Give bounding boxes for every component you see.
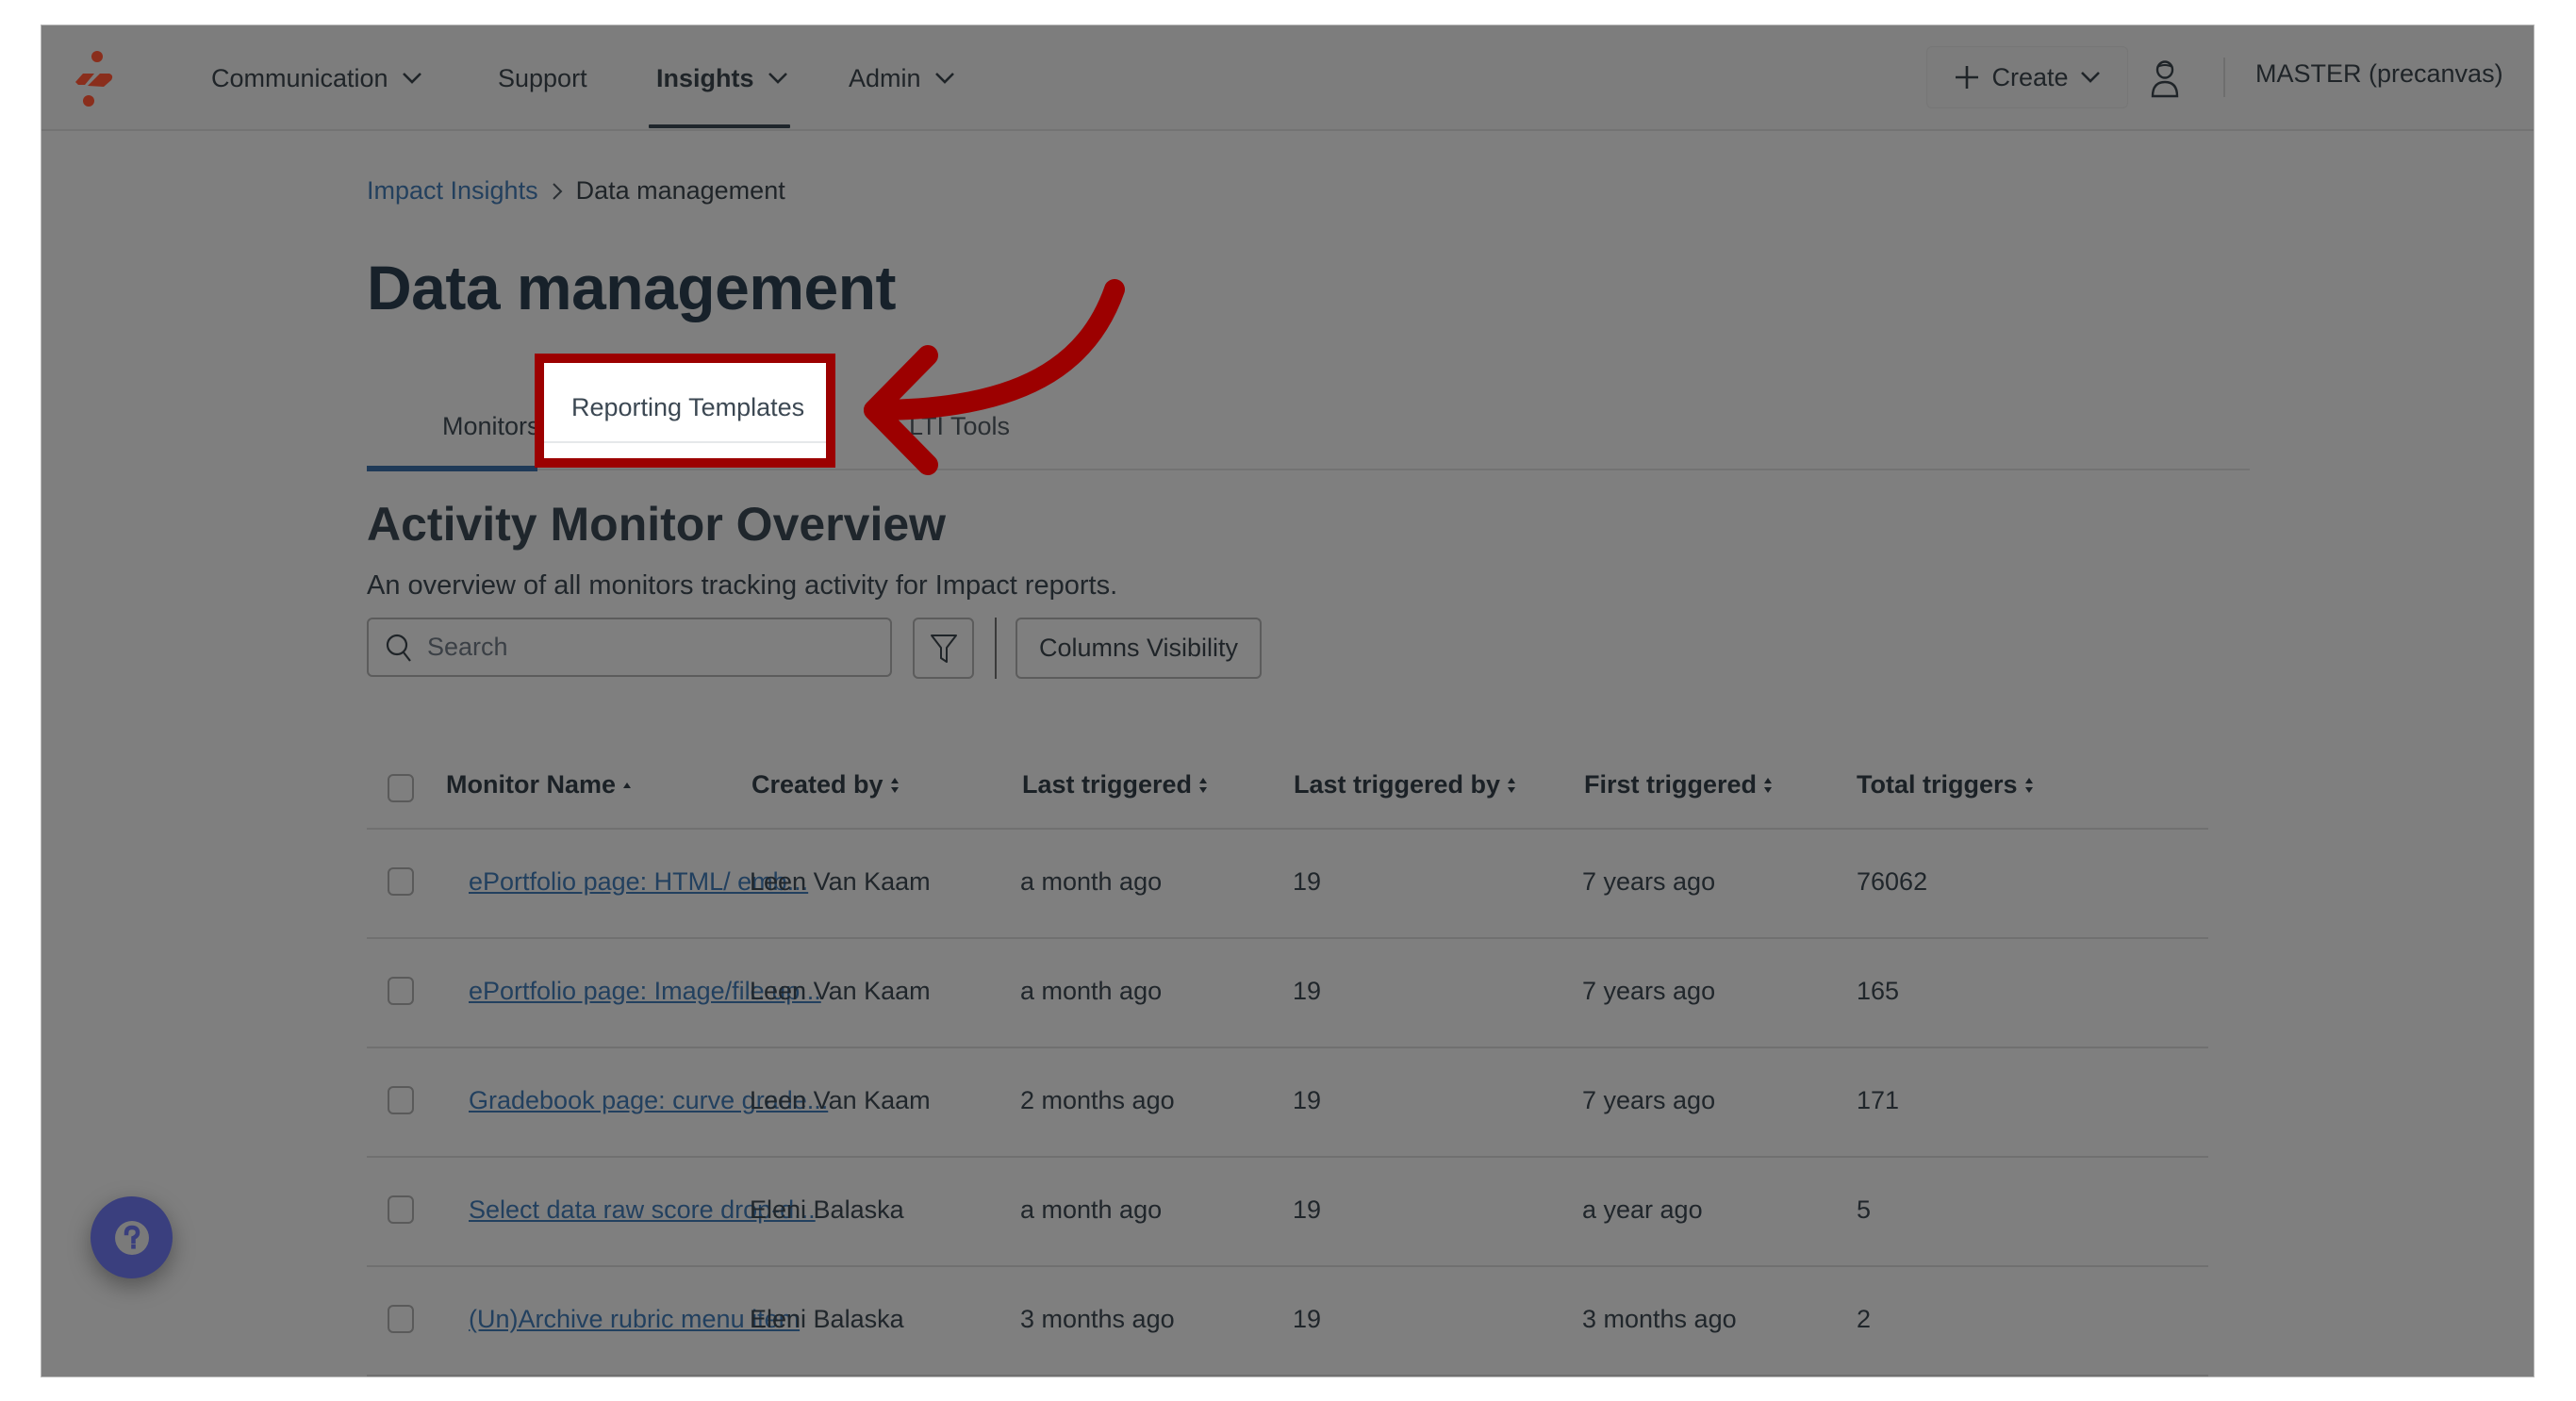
table-row: ePortfolio page: Image/file up... Leen V… <box>367 939 2208 1048</box>
breadcrumb-current: Data management <box>575 176 785 205</box>
nav-item-insights[interactable]: Insights <box>656 59 788 97</box>
column-header-last-triggered-by[interactable]: Last triggered by <box>1294 770 1517 799</box>
nav-item-communication[interactable]: Communication <box>211 59 422 97</box>
tab-bar-line <box>544 441 826 443</box>
nav-item-admin[interactable]: Admin <box>849 59 955 97</box>
first-triggered-cell: 7 years ago <box>1582 867 1716 896</box>
first-triggered-cell: a year ago <box>1582 1195 1703 1224</box>
tab-monitors[interactable]: Monitors <box>442 412 540 441</box>
page-title: Data management <box>367 253 897 322</box>
table-row: Select data raw score drop-d... Eleni Ba… <box>367 1158 2208 1267</box>
columns-visibility-button[interactable]: Columns Visibility <box>1016 618 1262 679</box>
total-triggers-cell: 5 <box>1857 1195 1872 1224</box>
chevron-down-icon <box>402 73 421 84</box>
create-button-label: Create <box>1991 62 2069 91</box>
sort-icon <box>2024 777 2033 793</box>
sort-icon <box>890 777 899 793</box>
first-triggered-cell: 3 months ago <box>1582 1305 1737 1333</box>
last-triggered-by-cell: 19 <box>1293 1195 1322 1224</box>
last-triggered-by-cell: 19 <box>1293 867 1322 896</box>
toolbar-divider <box>995 618 997 679</box>
last-triggered-by-cell: 19 <box>1293 977 1322 1005</box>
table-row: ePortfolio page: HTML/ emb... Leen Van K… <box>367 830 2208 939</box>
created-by-cell: Leen Van Kaam <box>750 867 931 896</box>
table-row: (Un)Archive rubric menu item Eleni Balas… <box>367 1267 2208 1376</box>
plus-icon <box>1956 66 1979 89</box>
filter-button[interactable] <box>913 618 974 679</box>
section-title: Activity Monitor Overview <box>367 498 947 551</box>
highlight-box: Reporting Templates <box>535 354 835 468</box>
section-description: An overview of all monitors tracking act… <box>367 570 1118 601</box>
user-icon[interactable] <box>2149 59 2181 99</box>
chevron-right-icon <box>552 182 562 200</box>
search-field <box>367 618 892 677</box>
active-nav-indicator <box>649 124 790 128</box>
sort-icon <box>1764 777 1773 793</box>
sort-icon <box>1508 777 1516 793</box>
row-checkbox[interactable] <box>388 1195 414 1224</box>
column-header-last-triggered[interactable]: Last triggered <box>1022 770 1209 799</box>
active-tab-indicator <box>367 466 537 471</box>
last-triggered-by-cell: 19 <box>1293 1305 1322 1333</box>
chevron-down-icon <box>2080 72 2100 83</box>
created-by-cell: Eleni Balaska <box>750 1305 904 1333</box>
total-triggers-cell: 76062 <box>1857 867 1928 896</box>
first-triggered-cell: 7 years ago <box>1582 977 1716 1005</box>
first-triggered-cell: 7 years ago <box>1582 1086 1716 1114</box>
row-checkbox[interactable] <box>388 1305 414 1333</box>
total-triggers-cell: 2 <box>1857 1305 1872 1333</box>
help-icon <box>114 1220 149 1255</box>
chevron-down-icon <box>768 73 787 84</box>
sort-ascending-icon <box>623 782 632 788</box>
created-by-cell: Leen Van Kaam <box>750 1086 931 1114</box>
last-triggered-cell: 2 months ago <box>1020 1086 1175 1114</box>
table-header: Monitor Name Created by Last triggered L… <box>367 751 2208 830</box>
row-checkbox[interactable] <box>388 867 414 896</box>
total-triggers-cell: 171 <box>1857 1086 1900 1114</box>
tab-reporting-templates[interactable]: Reporting Templates <box>571 393 804 422</box>
sort-icon <box>1199 777 1208 793</box>
created-by-cell: Eleni Balaska <box>750 1195 904 1224</box>
row-checkbox[interactable] <box>388 1086 414 1114</box>
last-triggered-cell: a month ago <box>1020 977 1163 1005</box>
nav-item-label: Support <box>498 63 587 92</box>
tab-lti-tools[interactable]: LTI Tools <box>909 412 1010 441</box>
create-button[interactable]: Create <box>1926 46 2128 108</box>
last-triggered-cell: 3 months ago <box>1020 1305 1175 1333</box>
search-input[interactable] <box>427 633 870 662</box>
nav-item-support[interactable]: Support <box>498 59 587 97</box>
help-button[interactable] <box>91 1196 173 1278</box>
breadcrumb-link-impact-insights[interactable]: Impact Insights <box>367 176 538 206</box>
nav-item-label: Insights <box>656 63 754 92</box>
app-frame: Communication Support Insights Admin Cre… <box>41 25 2534 1376</box>
select-all-checkbox[interactable] <box>388 774 414 802</box>
monitors-table: Monitor Name Created by Last triggered L… <box>367 751 2208 1376</box>
breadcrumb: Impact Insights Data management <box>367 176 785 206</box>
account-switcher[interactable]: MASTER (precanvas) <box>2255 59 2503 89</box>
nav-item-label: Admin <box>849 63 921 92</box>
last-triggered-cell: a month ago <box>1020 1195 1163 1224</box>
table-row: Gradebook page: curve grade... Leen Van … <box>367 1048 2208 1158</box>
nav-item-label: Communication <box>211 63 388 92</box>
column-header-monitor-name[interactable]: Monitor Name <box>446 770 633 799</box>
last-triggered-cell: a month ago <box>1020 867 1163 896</box>
row-checkbox[interactable] <box>388 977 414 1005</box>
last-triggered-by-cell: 19 <box>1293 1086 1322 1114</box>
chevron-down-icon <box>934 73 954 84</box>
column-header-total-triggers[interactable]: Total triggers <box>1857 770 2035 799</box>
created-by-cell: Leen Van Kaam <box>750 977 931 1005</box>
search-icon <box>386 634 411 662</box>
brand-logo-icon[interactable] <box>64 46 121 112</box>
top-nav: Communication Support Insights Admin Cre… <box>41 25 2534 131</box>
column-header-first-triggered[interactable]: First triggered <box>1584 770 1774 799</box>
nav-divider <box>2223 58 2225 97</box>
total-triggers-cell: 165 <box>1857 977 1900 1005</box>
filter-icon <box>930 634 957 663</box>
column-header-created-by[interactable]: Created by <box>751 770 900 799</box>
